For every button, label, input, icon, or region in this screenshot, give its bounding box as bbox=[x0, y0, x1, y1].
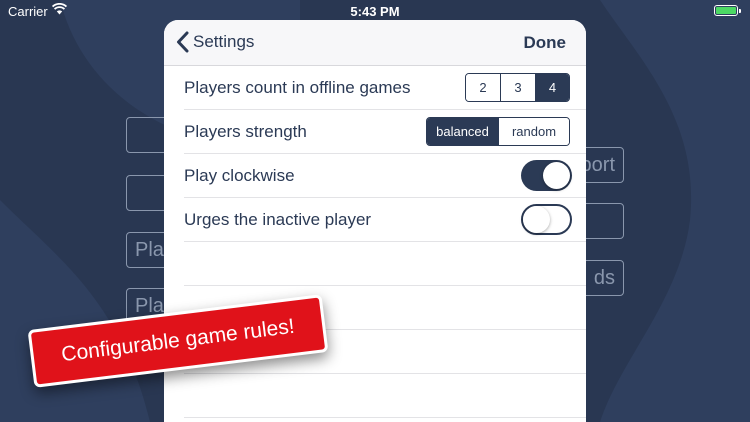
players-strength-label: Players strength bbox=[184, 122, 307, 141]
settings-back-button[interactable]: Settings bbox=[176, 31, 254, 53]
play-clockwise-label: Play clockwise bbox=[184, 166, 295, 185]
settings-back-label: Settings bbox=[193, 32, 255, 51]
settings-nav-bar: Settings Done bbox=[164, 20, 586, 66]
players-count-row: Players count in offline games 2 3 4 bbox=[184, 66, 586, 110]
players-strength-option-balanced[interactable]: balanced bbox=[427, 118, 498, 145]
done-button[interactable]: Done bbox=[524, 33, 567, 53]
players-count-option-3[interactable]: 3 bbox=[500, 74, 535, 101]
status-bar: Carrier 5:43 PM bbox=[0, 0, 750, 22]
battery-level bbox=[716, 7, 736, 14]
empty-row bbox=[184, 374, 586, 418]
urges-inactive-label: Urges the inactive player bbox=[184, 210, 372, 229]
play-clockwise-row: Play clockwise bbox=[184, 154, 586, 198]
players-count-control: 2 3 4 bbox=[465, 73, 570, 102]
players-count-option-2[interactable]: 2 bbox=[466, 74, 500, 101]
play-clockwise-toggle[interactable] bbox=[521, 160, 572, 191]
menu-button-label: ds bbox=[593, 267, 615, 289]
toggle-knob bbox=[523, 206, 550, 233]
players-count-label: Players count in offline games bbox=[184, 78, 411, 97]
players-strength-row: Players strength balanced random bbox=[184, 110, 586, 154]
chevron-left-icon bbox=[177, 31, 189, 53]
players-strength-option-random[interactable]: random bbox=[498, 118, 569, 145]
players-count-option-4[interactable]: 4 bbox=[535, 74, 569, 101]
battery-tip bbox=[739, 9, 741, 13]
urges-inactive-row: Urges the inactive player bbox=[184, 198, 586, 242]
status-time: 5:43 PM bbox=[350, 4, 400, 19]
urges-inactive-toggle[interactable] bbox=[521, 204, 572, 235]
toggle-knob bbox=[543, 162, 570, 189]
battery-icon bbox=[714, 5, 741, 16]
players-strength-control: balanced random bbox=[426, 117, 570, 146]
empty-row bbox=[184, 242, 586, 286]
